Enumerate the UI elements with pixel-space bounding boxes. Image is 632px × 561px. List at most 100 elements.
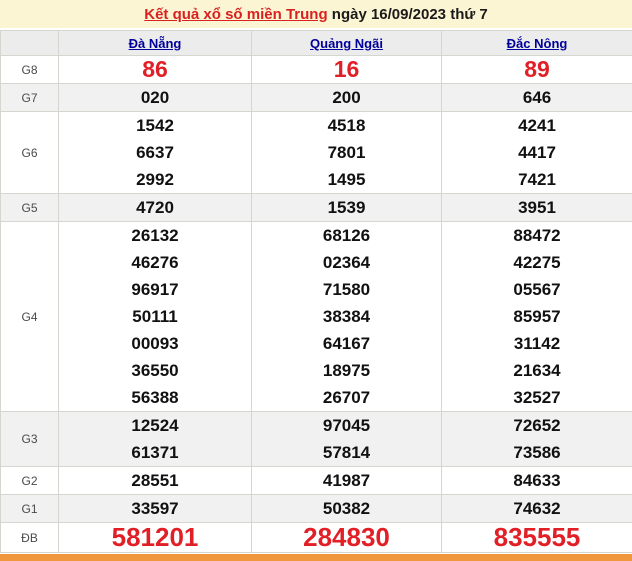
prize-row-G7: G7020200646	[1, 84, 632, 112]
result-value: 61371	[59, 439, 251, 466]
column-header-2: Quảng Ngãi	[252, 31, 442, 56]
prize-label: G4	[1, 222, 59, 412]
result-cell: 16	[252, 56, 442, 84]
result-value: 00093	[59, 330, 251, 357]
result-value: 41987	[252, 467, 441, 494]
column-header-3: Đắc Nông	[442, 31, 632, 56]
result-cell: 451878011495	[252, 112, 442, 194]
result-cell: 33597	[59, 495, 252, 523]
result-cell: 89	[442, 56, 632, 84]
lottery-results-table: Đà NẵngQuảng NgãiĐắc Nông G8861689G70202…	[0, 30, 632, 553]
result-value: 4241	[442, 112, 632, 139]
result-value: 38384	[252, 303, 441, 330]
result-cell: 284830	[252, 523, 442, 553]
result-value: 6637	[59, 139, 251, 166]
result-value: 72652	[442, 412, 632, 439]
province-link[interactable]: Quảng Ngãi	[310, 36, 383, 51]
result-value: 1495	[252, 166, 441, 193]
result-cell: 84633	[442, 467, 632, 495]
result-value: 89	[442, 56, 632, 83]
region-result-link[interactable]: Kết quả xổ số miền Trung	[144, 6, 327, 23]
result-value: 31142	[442, 330, 632, 357]
column-header-1: Đà Nẵng	[59, 31, 252, 56]
result-value: 88472	[442, 222, 632, 249]
result-cell: 154266372992	[59, 112, 252, 194]
result-cell: 646	[442, 84, 632, 112]
result-value: 1542	[59, 112, 251, 139]
result-cell: 7265273586	[442, 412, 632, 467]
table-header-row: Đà Nẵng Quảng Ngãi Đắc Nông	[1, 31, 632, 56]
result-value: 26707	[252, 384, 441, 411]
result-cell: 581201	[59, 523, 252, 553]
result-value: 16	[252, 56, 441, 83]
province-link[interactable]: Đà Nẵng	[129, 36, 182, 51]
result-value: 835555	[442, 523, 632, 552]
prize-row-G3: G3125246137197045578147265273586	[1, 412, 632, 467]
result-cell: 86	[59, 56, 252, 84]
prize-row-G1: G1335975038274632	[1, 495, 632, 523]
result-cell: 68126023647158038384641671897526707	[252, 222, 442, 412]
result-value: 68126	[252, 222, 441, 249]
prize-row-G5: G5472015393951	[1, 194, 632, 222]
result-cell: 3951	[442, 194, 632, 222]
result-value: 3951	[442, 194, 632, 221]
result-value: 02364	[252, 249, 441, 276]
result-value: 86	[59, 56, 251, 83]
result-value: 50111	[59, 303, 251, 330]
prize-label: G6	[1, 112, 59, 194]
prize-label: ĐB	[1, 523, 59, 553]
prize-label: G5	[1, 194, 59, 222]
prize-row-G6: G6154266372992451878011495424144177421	[1, 112, 632, 194]
prize-label: G2	[1, 467, 59, 495]
result-value: 97045	[252, 412, 441, 439]
result-value: 2992	[59, 166, 251, 193]
result-value: 50382	[252, 495, 441, 522]
result-cell: 020	[59, 84, 252, 112]
result-value: 56388	[59, 384, 251, 411]
result-value: 84633	[442, 467, 632, 494]
result-value: 7421	[442, 166, 632, 193]
result-value: 73586	[442, 439, 632, 466]
result-value: 284830	[252, 523, 441, 552]
prize-row-G8: G8861689	[1, 56, 632, 84]
result-value: 12524	[59, 412, 251, 439]
result-value: 64167	[252, 330, 441, 357]
result-cell: 41987	[252, 467, 442, 495]
result-value: 4720	[59, 194, 251, 221]
result-value: 57814	[252, 439, 441, 466]
result-value: 32527	[442, 384, 632, 411]
result-value: 1539	[252, 194, 441, 221]
corner-cell	[1, 31, 59, 56]
result-value: 4417	[442, 139, 632, 166]
result-cell: 1252461371	[59, 412, 252, 467]
result-value: 42275	[442, 249, 632, 276]
result-cell: 424144177421	[442, 112, 632, 194]
result-cell: 9704557814	[252, 412, 442, 467]
result-value: 200	[252, 84, 441, 111]
prize-row-G4: G426132462769691750111000933655056388681…	[1, 222, 632, 412]
result-value: 581201	[59, 523, 251, 552]
result-cell: 88472422750556785957311422163432527	[442, 222, 632, 412]
result-value: 21634	[442, 357, 632, 384]
result-value: 020	[59, 84, 251, 111]
result-cell: 28551	[59, 467, 252, 495]
result-cell: 50382	[252, 495, 442, 523]
page-title-date: ngày 16/09/2023 thứ 7	[328, 6, 488, 23]
footer-accent-bar	[0, 554, 632, 561]
result-value: 26132	[59, 222, 251, 249]
result-value: 28551	[59, 467, 251, 494]
result-cell: 4720	[59, 194, 252, 222]
result-cell: 200	[252, 84, 442, 112]
result-value: 96917	[59, 276, 251, 303]
result-value: 7801	[252, 139, 441, 166]
result-value: 18975	[252, 357, 441, 384]
result-value: 74632	[442, 495, 632, 522]
result-cell: 74632	[442, 495, 632, 523]
prize-label: G7	[1, 84, 59, 112]
result-cell: 835555	[442, 523, 632, 553]
result-value: 4518	[252, 112, 441, 139]
result-cell: 1539	[252, 194, 442, 222]
page-title: Kết quả xổ số miền Trung ngày 16/09/2023…	[0, 0, 632, 28]
province-link[interactable]: Đắc Nông	[507, 36, 568, 51]
result-value: 85957	[442, 303, 632, 330]
